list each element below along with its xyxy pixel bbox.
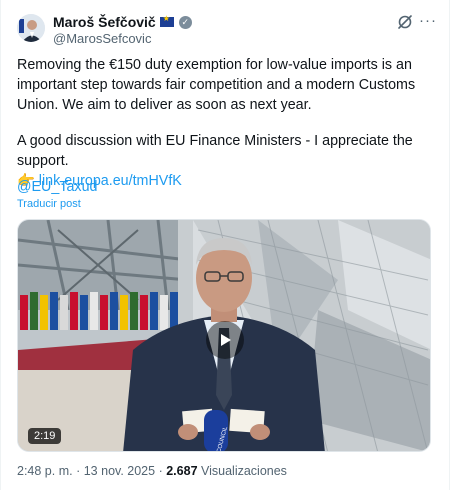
views-count: 2.687 <box>166 464 198 478</box>
verified-badge-icon: ✓ <box>178 15 192 29</box>
video-player[interactable]: COUNCIL 2:19 <box>17 219 431 452</box>
tweet-text: Removing the €150 duty exemption for low… <box>17 55 437 191</box>
avatar[interactable] <box>17 14 45 42</box>
tweet-date[interactable]: 13 nov. 2025 <box>84 464 155 478</box>
views-label: Visualizaciones <box>201 464 287 478</box>
translate-post-link[interactable]: Traducir post <box>17 198 81 210</box>
tweet-meta: 2:48 p. m. · 13 nov. 2025 · 2.687 Visual… <box>17 464 287 478</box>
author-handle[interactable]: @MarosSefcovic <box>53 31 151 46</box>
more-options-icon[interactable]: ··· <box>419 12 437 29</box>
grok-icon[interactable] <box>397 14 413 30</box>
author-name[interactable]: Maroš Šefčovič <box>53 14 156 30</box>
tweet-paragraph-2: A good discussion with EU Finance Minist… <box>17 133 413 169</box>
mention-link[interactable]: @EU_Taxud <box>17 179 97 195</box>
video-duration: 2:19 <box>28 428 62 444</box>
author-name-row[interactable]: Maroš Šefčovič ✓ <box>53 14 192 30</box>
eu-flag-icon <box>159 14 174 27</box>
play-icon[interactable] <box>206 321 244 359</box>
tweet-card: Maroš Šefčovič ✓ @MarosSefcovic ··· Remo… <box>0 0 450 490</box>
tweet-time[interactable]: 2:48 p. m. <box>17 464 73 478</box>
tweet-paragraph-1: Removing the €150 duty exemption for low… <box>17 57 416 113</box>
meta-separator: · <box>76 464 81 478</box>
meta-separator: · <box>158 464 163 478</box>
